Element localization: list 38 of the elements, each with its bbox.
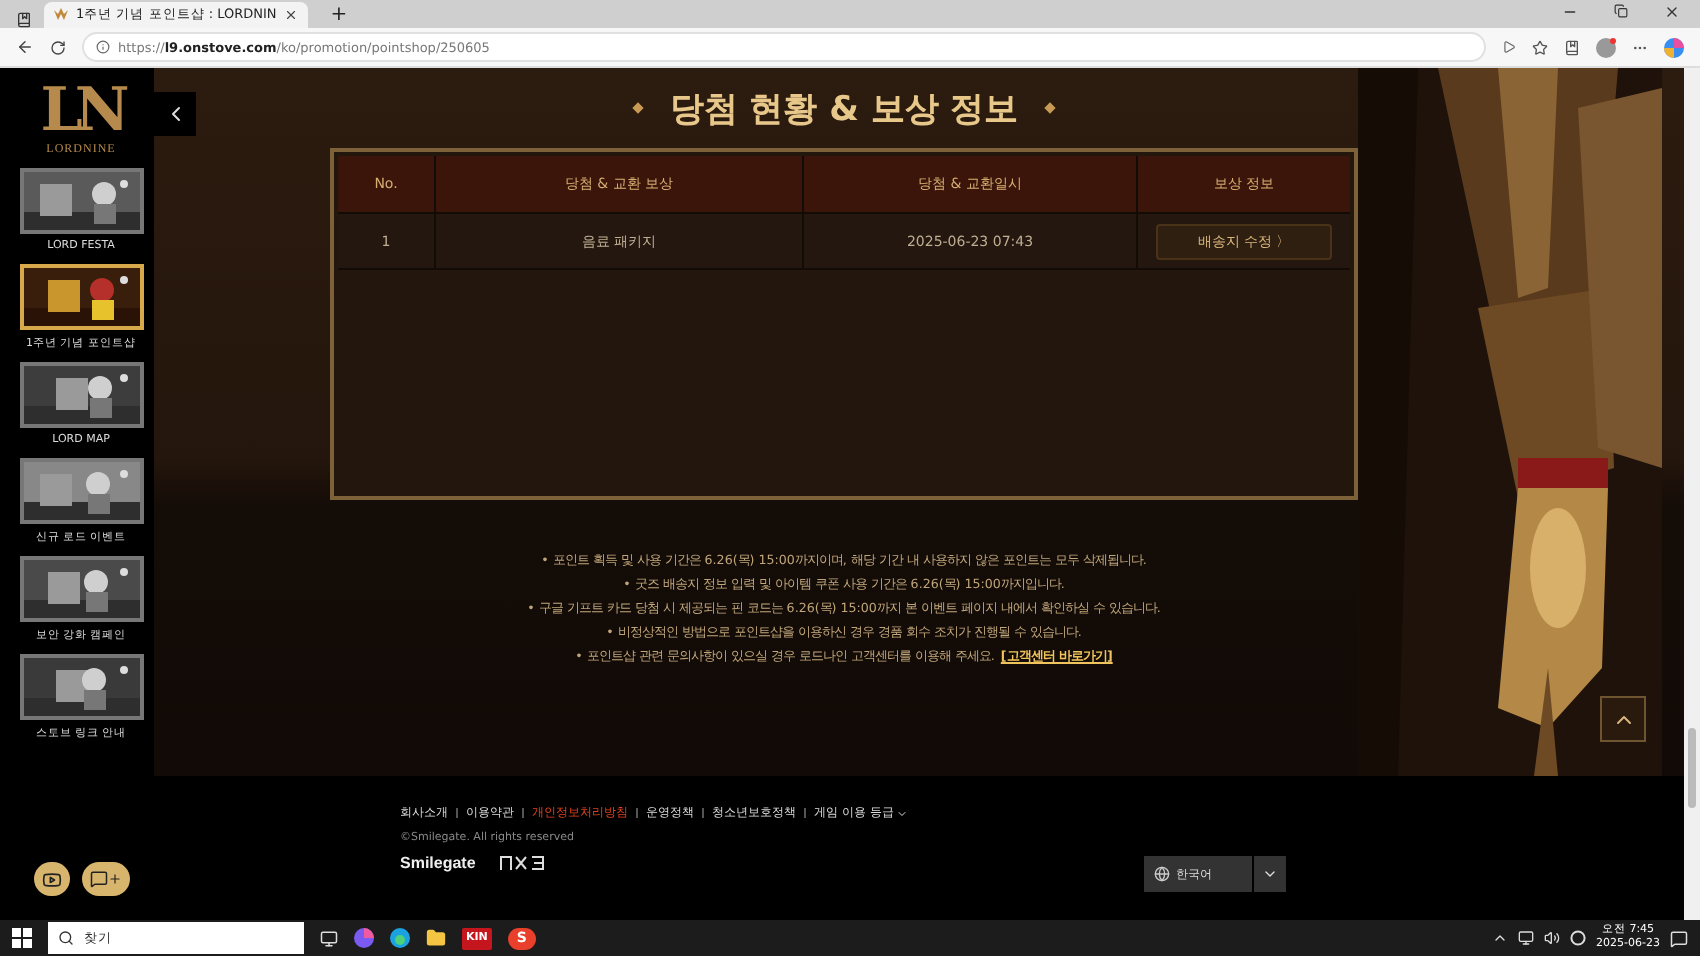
browser-icon[interactable]	[390, 928, 410, 948]
chevron-up-icon[interactable]	[1492, 930, 1509, 946]
close-icon[interactable]	[284, 8, 299, 22]
favorite-star-icon[interactable]	[1532, 39, 1548, 55]
windows-logo-icon[interactable]	[12, 928, 32, 948]
diamond-ornament	[1044, 102, 1057, 114]
company-logo: Smilegate	[400, 854, 476, 872]
new-tab-button[interactable]: +	[320, 2, 541, 28]
site-info-icon[interactable]	[96, 40, 110, 54]
restore-icon[interactable]	[1614, 4, 1628, 18]
chat-icon	[89, 870, 107, 888]
globe-icon	[1154, 866, 1170, 882]
scrollbar[interactable]	[1684, 68, 1700, 920]
site-favicon	[54, 8, 68, 22]
diamond-ornament	[631, 102, 644, 114]
language-dropdown-button[interactable]	[1254, 856, 1286, 892]
chat-channel-button[interactable]	[81, 862, 129, 896]
search-icon	[58, 930, 74, 946]
refresh-icon[interactable]	[50, 39, 66, 55]
plus-icon	[107, 872, 121, 886]
folder-icon[interactable]	[426, 928, 446, 948]
network-icon[interactable]	[1518, 930, 1535, 946]
task-view-icon[interactable]	[320, 929, 338, 947]
play-icon	[41, 869, 61, 889]
close-icon[interactable]	[1664, 4, 1680, 20]
partner-logo-icon	[499, 856, 544, 870]
collapse-sidebar-button[interactable]	[154, 92, 196, 136]
notification-icon[interactable]	[1670, 929, 1688, 947]
section-title: 당첨 현황 & 보상 정보	[669, 87, 1019, 131]
back-icon[interactable]	[16, 38, 34, 56]
scroll-top-button[interactable]	[1600, 696, 1646, 742]
caret-icon	[895, 807, 908, 819]
video-channel-button[interactable]	[33, 862, 69, 896]
caret-icon	[1262, 866, 1278, 882]
circle-icon[interactable]	[1570, 930, 1587, 946]
speaker-icon[interactable]	[1544, 930, 1561, 946]
profile-avatar-icon[interactable]	[1596, 37, 1616, 57]
favorites-icon[interactable]	[1564, 39, 1580, 55]
